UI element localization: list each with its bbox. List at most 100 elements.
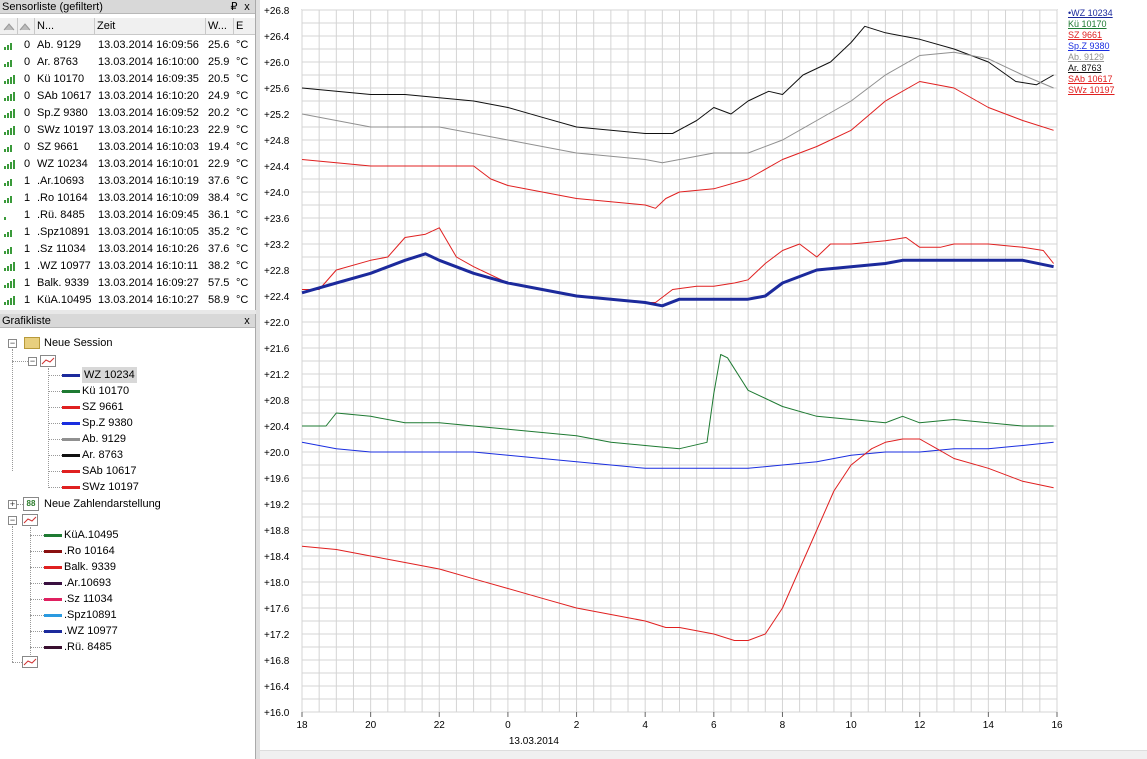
sensor-row[interactable]: 1 KüA.10495 13.03.2014 16:10:27 58.9 °C <box>0 292 255 309</box>
tree-series-item[interactable]: .WZ 10977 <box>64 623 118 639</box>
y-tick-label: +24.0 <box>264 188 290 199</box>
tree-series-item[interactable]: .Rü. 8485 <box>64 639 112 655</box>
collapse-icon[interactable]: − <box>8 516 17 525</box>
sensor-value: 38.4 <box>208 192 230 204</box>
sensor-unit: °C <box>236 56 249 68</box>
tree-series-item[interactable]: Ar. 8763 <box>82 447 123 463</box>
tree-series-item[interactable]: SAb 10617 <box>82 463 136 479</box>
sensor-unit: °C <box>236 277 249 289</box>
signal-strength-icon <box>4 262 16 271</box>
sensor-row[interactable]: 0 SZ 9661 13.03.2014 16:10:03 19.4 °C <box>0 139 255 156</box>
y-tick-label: +23.6 <box>264 214 290 225</box>
tree-series-item[interactable]: WZ 10234 <box>82 367 137 383</box>
column-header-name[interactable]: N... <box>35 18 95 35</box>
column-header-signal[interactable] <box>0 18 18 35</box>
sensor-time: 13.03.2014 16:10:20 <box>98 90 199 102</box>
sensor-time: 13.03.2014 16:10:19 <box>98 175 199 187</box>
tree-node-zahlendarstellung[interactable]: Neue Zahlendarstellung <box>44 496 161 512</box>
y-tick-label: +26.4 <box>264 32 290 43</box>
column-header-sort-icon[interactable] <box>18 18 35 35</box>
sensor-row[interactable]: 0 WZ 10234 13.03.2014 16:10:01 22.9 °C <box>0 156 255 173</box>
legend-item[interactable]: Sp.Z 9380 <box>1068 41 1110 52</box>
series-color-swatch <box>44 582 62 585</box>
tree-series-item[interactable]: KüA.10495 <box>64 527 118 543</box>
tree-series-item[interactable]: SZ 9661 <box>82 399 124 415</box>
signal-strength-icon <box>4 177 16 186</box>
chart-area[interactable]: +16.0 +16.4 +16.8 +17.2 +17.6 +18.0 +18.4 +18.8… <box>260 0 1147 759</box>
sensor-panel-title: Sensorliste (gefiltert) <box>2 1 103 13</box>
legend-item[interactable]: SZ 9661 <box>1068 30 1102 41</box>
y-tick-label: +16.0 <box>264 708 290 719</box>
legend-item[interactable]: SWz 10197 <box>1068 85 1115 96</box>
y-tick-label: +18.8 <box>264 526 290 537</box>
sensor-row[interactable]: 0 Ar. 8763 13.03.2014 16:10:00 25.9 °C <box>0 54 255 71</box>
x-tick-label: 20 <box>365 720 377 731</box>
tree-series-item[interactable]: .Sz 11034 <box>64 591 113 607</box>
sensor-time: 13.03.2014 16:10:09 <box>98 192 199 204</box>
sensor-row[interactable]: 1 Balk. 9339 13.03.2014 16:09:27 57.5 °C <box>0 275 255 292</box>
series-color-swatch <box>62 422 80 425</box>
tree-series-item[interactable]: SWz 10197 <box>82 479 139 495</box>
legend-item[interactable]: Ab. 9129 <box>1068 52 1104 63</box>
sensor-row[interactable]: 0 Sp.Z 9380 13.03.2014 16:09:52 20.2 °C <box>0 105 255 122</box>
series-color-swatch <box>44 534 62 537</box>
pin-icon[interactable]: ₽ <box>228 0 240 14</box>
sensor-value: 22.9 <box>208 158 230 170</box>
legend-item[interactable]: •WZ 10234 <box>1068 8 1113 19</box>
sensor-time: 13.03.2014 16:10:27 <box>98 294 199 306</box>
sensor-row[interactable]: 1 .Spz10891 13.03.2014 16:10:05 35.2 °C <box>0 224 255 241</box>
column-header-unit[interactable]: E <box>234 18 255 35</box>
x-tick-label: 0 <box>505 720 511 731</box>
sensor-row[interactable]: 0 SWz 10197 13.03.2014 16:10:23 22.9 °C <box>0 122 255 139</box>
tree-series-item[interactable]: .Ar.10693 <box>64 575 111 591</box>
tree-series-item[interactable]: .Spz10891 <box>64 607 117 623</box>
signal-strength-icon <box>4 58 16 67</box>
y-tick-label: +22.8 <box>264 266 290 277</box>
sensor-row[interactable]: 1 .WZ 10977 13.03.2014 16:10:11 38.2 °C <box>0 258 255 275</box>
series-color-swatch <box>44 598 62 601</box>
sensor-row[interactable]: 1 .Ro 10164 13.03.2014 16:10:09 38.4 °C <box>0 190 255 207</box>
tree-node-session[interactable]: Neue Session <box>44 335 113 351</box>
legend-item[interactable]: Kü 10170 <box>1068 19 1107 30</box>
sensor-time: 13.03.2014 16:10:03 <box>98 141 199 153</box>
sensor-n: 1 <box>24 277 31 289</box>
tree-series-item[interactable]: Balk. 9339 <box>64 559 116 575</box>
temperature-chart[interactable]: +16.0 +16.4 +16.8 +17.2 +17.6 +18.0 +18.4 +18.8… <box>260 0 1147 750</box>
horizontal-scrollbar[interactable] <box>260 750 1147 759</box>
series-color-swatch <box>44 614 62 617</box>
sensor-row[interactable]: 1 .Ar.10693 13.03.2014 16:10:19 37.6 °C <box>0 173 255 190</box>
tree-series-item[interactable]: Kü 10170 <box>82 383 129 399</box>
legend-item[interactable]: Ar. 8763 <box>1068 63 1102 74</box>
column-header-value[interactable]: W... <box>206 18 234 35</box>
tree-series-item[interactable]: Sp.Z 9380 <box>82 415 133 431</box>
collapse-icon[interactable]: − <box>8 339 17 348</box>
tree-series-item[interactable]: Ab. 9129 <box>82 431 126 447</box>
sensor-value: 20.2 <box>208 107 230 119</box>
sensor-name: Ar. 8763 <box>37 56 78 68</box>
grafik-panel-header: Grafikliste x <box>0 314 255 328</box>
sensor-row[interactable]: 1 .Rü. 8485 13.03.2014 16:09:45 36.1 °C <box>0 207 255 224</box>
grafik-list-panel: Grafikliste x − Neue Session − WZ 10234 K… <box>0 314 256 759</box>
sensor-row[interactable]: 0 SAb 10617 13.03.2014 16:10:20 24.9 °C <box>0 88 255 105</box>
expand-icon[interactable]: + <box>8 500 17 509</box>
sensor-unit: °C <box>236 158 249 170</box>
collapse-icon[interactable]: − <box>28 357 37 366</box>
close-icon[interactable]: x <box>241 314 253 328</box>
sensor-row[interactable]: 0 Kü 10170 13.03.2014 16:09:35 20.5 °C <box>0 71 255 88</box>
y-tick-label: +26.0 <box>264 58 290 69</box>
close-icon[interactable]: x <box>241 0 253 14</box>
graph-icon[interactable] <box>22 656 38 668</box>
tree-series-item[interactable]: .Ro 10164 <box>64 543 115 559</box>
sensor-row[interactable]: 1 .Sz 11034 13.03.2014 16:10:26 37.6 °C <box>0 241 255 258</box>
column-header-time[interactable]: Zeit <box>95 18 206 35</box>
sensor-n: 0 <box>24 90 31 102</box>
sensor-value: 22.9 <box>208 124 230 136</box>
series-color-swatch <box>62 374 80 377</box>
legend-item[interactable]: SAb 10617 <box>1068 74 1113 85</box>
series-color-swatch <box>62 486 80 489</box>
signal-strength-icon <box>4 228 16 237</box>
signal-strength-icon <box>4 279 16 288</box>
signal-strength-icon <box>4 194 16 203</box>
sensor-row[interactable]: 0 Ab. 9129 13.03.2014 16:09:56 25.6 °C <box>0 37 255 54</box>
signal-strength-icon <box>4 245 16 254</box>
